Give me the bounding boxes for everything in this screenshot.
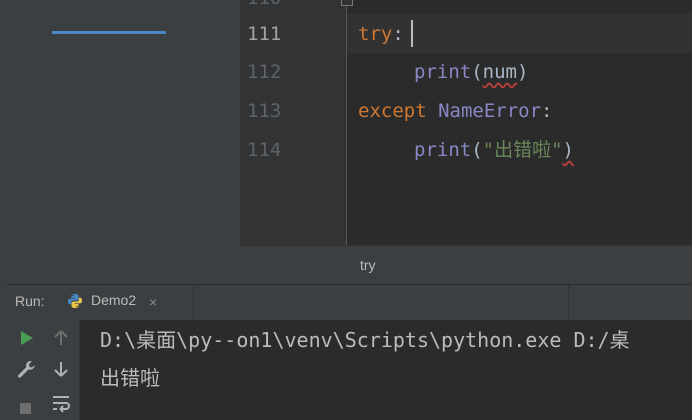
up-arrow-icon[interactable] xyxy=(50,327,72,349)
wrench-icon[interactable] xyxy=(15,358,37,380)
console-line: D:\桌面\py--on1\venv\Scripts\python.exe D:… xyxy=(100,328,630,352)
paren-open: ( xyxy=(471,61,483,83)
unresolved-reference: num xyxy=(482,61,517,83)
breadcrumb[interactable]: try xyxy=(360,257,376,273)
stop-icon[interactable] xyxy=(15,397,37,419)
close-icon[interactable]: × xyxy=(149,294,157,310)
project-panel xyxy=(7,0,240,284)
code-line-113[interactable]: except NameError: xyxy=(358,99,553,123)
divider xyxy=(193,285,194,320)
line-number: 113 xyxy=(247,100,282,122)
code-line-112[interactable]: print(num) xyxy=(414,60,528,84)
soft-wrap-icon[interactable] xyxy=(50,392,72,414)
run-label: Run: xyxy=(15,293,45,309)
string-literal: "出错啦" xyxy=(482,139,563,161)
line-number: 112 xyxy=(247,61,282,83)
python-icon xyxy=(68,294,82,308)
line-number: 111 xyxy=(247,23,282,45)
text-cursor xyxy=(411,20,413,47)
run-toolbar-secondary xyxy=(44,320,80,420)
keyword-except: except xyxy=(358,100,427,122)
fold-marker-icon[interactable] xyxy=(341,0,353,6)
paren-open: ( xyxy=(471,139,483,161)
run-icon[interactable] xyxy=(15,327,37,349)
exception-class: NameError xyxy=(438,100,542,122)
breadcrumb-bar: try xyxy=(240,245,692,285)
paren-close: ) xyxy=(562,139,574,161)
colon: : xyxy=(392,23,404,45)
divider xyxy=(568,285,569,320)
down-arrow-icon[interactable] xyxy=(50,358,72,380)
tab-demo2[interactable]: Demo2 × xyxy=(59,285,179,316)
keyword-try: try xyxy=(358,23,393,45)
console-output[interactable]: D:\桌面\py--on1\venv\Scripts\python.exe D:… xyxy=(80,320,692,420)
line-number: 114 xyxy=(247,139,282,161)
run-toolbar-primary xyxy=(7,320,45,420)
line-number: 110 xyxy=(247,0,281,10)
code-line-111[interactable]: try: xyxy=(358,22,404,46)
active-tab-indicator xyxy=(52,31,166,34)
run-panel-header: Run: Demo2 × xyxy=(7,284,692,321)
console-line: 出错啦 xyxy=(100,366,160,390)
builtin-print: print xyxy=(414,61,472,83)
builtin-print: print xyxy=(414,139,472,161)
code-line-114[interactable]: print("出错啦") xyxy=(414,138,574,162)
paren-close: ) xyxy=(516,61,529,83)
tab-label: Demo2 xyxy=(91,292,137,308)
colon: : xyxy=(541,100,553,122)
